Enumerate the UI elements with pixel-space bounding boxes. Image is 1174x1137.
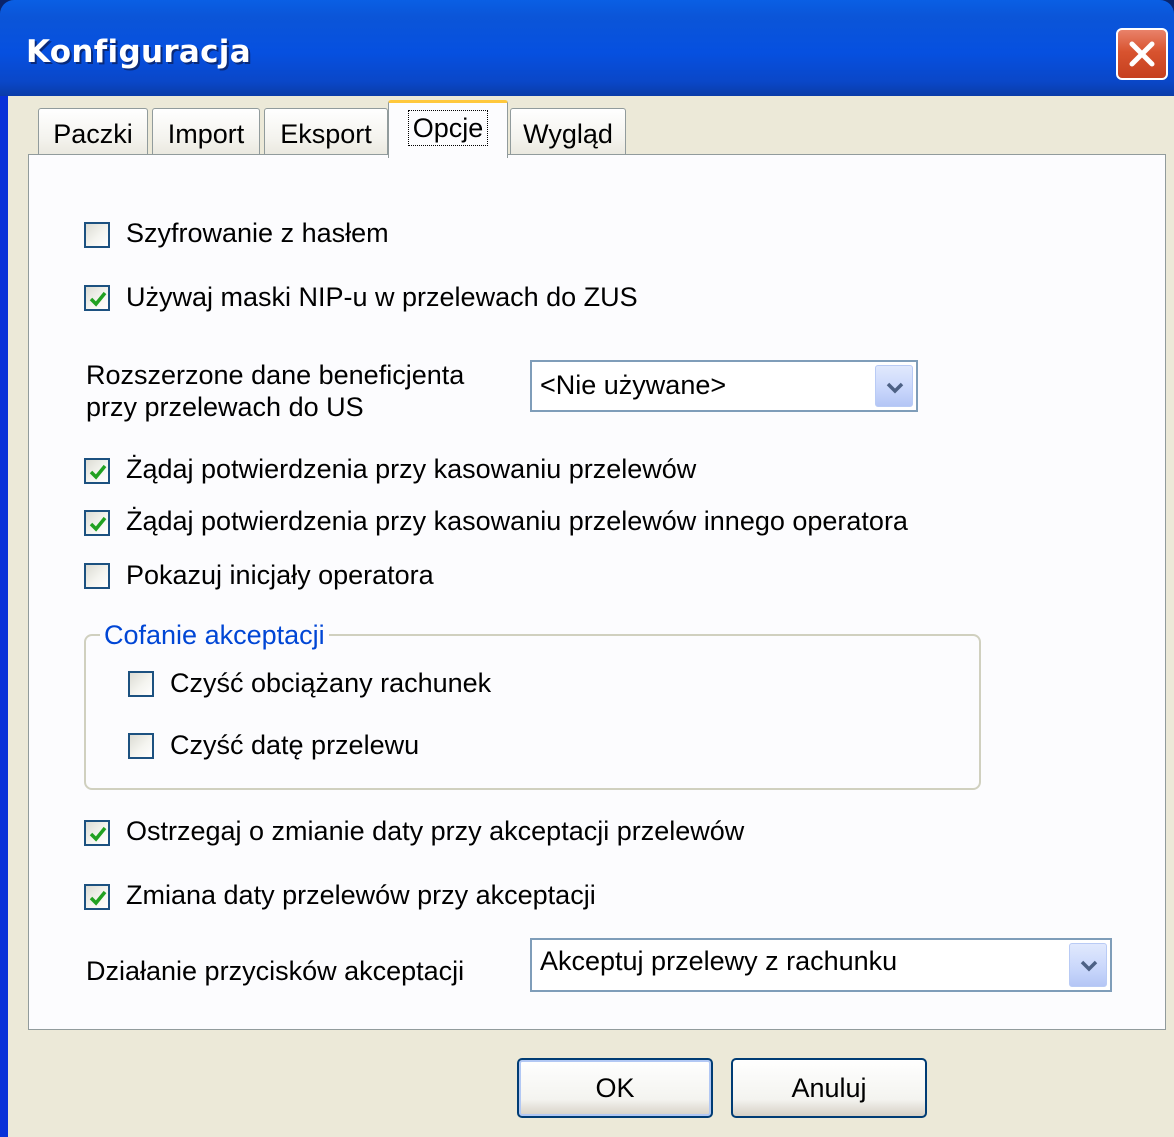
accept-action-label: Działanie przycisków akceptacji [86, 956, 465, 986]
clear-account-label: Czyść obciążany rachunek [170, 668, 492, 698]
checkmark-icon [89, 890, 107, 906]
checkmark-icon [89, 826, 107, 842]
confirm-delete-label: Żądaj potwierdzenia przy kasowaniu przel… [126, 454, 697, 484]
ok-button[interactable]: OK [517, 1058, 713, 1118]
close-button[interactable] [1116, 28, 1168, 80]
accept-action-select[interactable]: Akceptuj przelewy z rachunku [530, 938, 1112, 992]
beneficiary-label-line2: przy przelewach do US [86, 392, 364, 422]
warn-date-label: Ostrzegaj o zmianie daty przy akceptacji… [126, 816, 745, 846]
beneficiary-select[interactable]: <Nie używane> [530, 360, 918, 412]
undo-acceptance-group [84, 634, 981, 790]
nip-mask-checkbox[interactable] [84, 285, 110, 311]
title-bar[interactable]: Konfiguracja [0, 0, 1174, 96]
change-date-checkbox[interactable] [84, 884, 110, 910]
confirm-delete-checkbox[interactable] [84, 458, 110, 484]
change-date-label: Zmiana daty przelewów przy akceptacji [126, 880, 596, 910]
clear-date-label: Czyść datę przelewu [170, 730, 420, 760]
tab-paczki[interactable]: Paczki [38, 108, 148, 158]
tab-label: Eksport [280, 119, 372, 149]
tab-eksport[interactable]: Eksport [264, 108, 388, 158]
tab-label: Opcje [407, 110, 489, 146]
encryption-checkbox[interactable] [84, 222, 110, 248]
confirm-delete-other-label: Żądaj potwierdzenia przy kasowaniu przel… [126, 506, 908, 536]
tab-import[interactable]: Import [152, 108, 260, 158]
tab-opcje[interactable]: Opcje [388, 100, 508, 158]
show-initials-label: Pokazuj inicjały operatora [126, 560, 434, 590]
clear-date-checkbox[interactable] [128, 733, 154, 759]
warn-date-checkbox[interactable] [84, 820, 110, 846]
show-initials-checkbox[interactable] [84, 563, 110, 589]
group-title: Cofanie akceptacji [100, 620, 329, 651]
clear-account-checkbox[interactable] [128, 671, 154, 697]
close-icon [1129, 41, 1155, 67]
dialog-window: Konfiguracja Paczki Import Eksport Opcje… [0, 0, 1174, 1137]
dropdown-button[interactable] [1069, 943, 1107, 987]
chevron-down-icon [886, 382, 904, 394]
checkmark-icon [89, 291, 107, 307]
tab-label: Paczki [53, 119, 133, 149]
checkmark-icon [89, 516, 107, 532]
checkmark-icon [89, 464, 107, 480]
beneficiary-select-value: <Nie używane> [540, 370, 727, 400]
confirm-delete-other-checkbox[interactable] [84, 510, 110, 536]
cancel-button[interactable]: Anuluj [731, 1058, 927, 1118]
tab-wyglad[interactable]: Wygląd [510, 108, 626, 158]
beneficiary-label-line1: Rozszerzone dane beneficjenta [86, 360, 465, 390]
tab-label: Wygląd [523, 119, 613, 149]
accept-action-select-value: Akceptuj przelewy z rachunku [540, 946, 898, 976]
window-title: Konfiguracja [26, 34, 251, 70]
dropdown-button[interactable] [875, 365, 913, 407]
nip-mask-label: Używaj maski NIP-u w przelewach do ZUS [126, 282, 638, 312]
window-border [0, 96, 8, 1137]
chevron-down-icon [1080, 960, 1098, 972]
encryption-label: Szyfrowanie z hasłem [126, 218, 389, 248]
tab-label: Import [167, 119, 245, 149]
